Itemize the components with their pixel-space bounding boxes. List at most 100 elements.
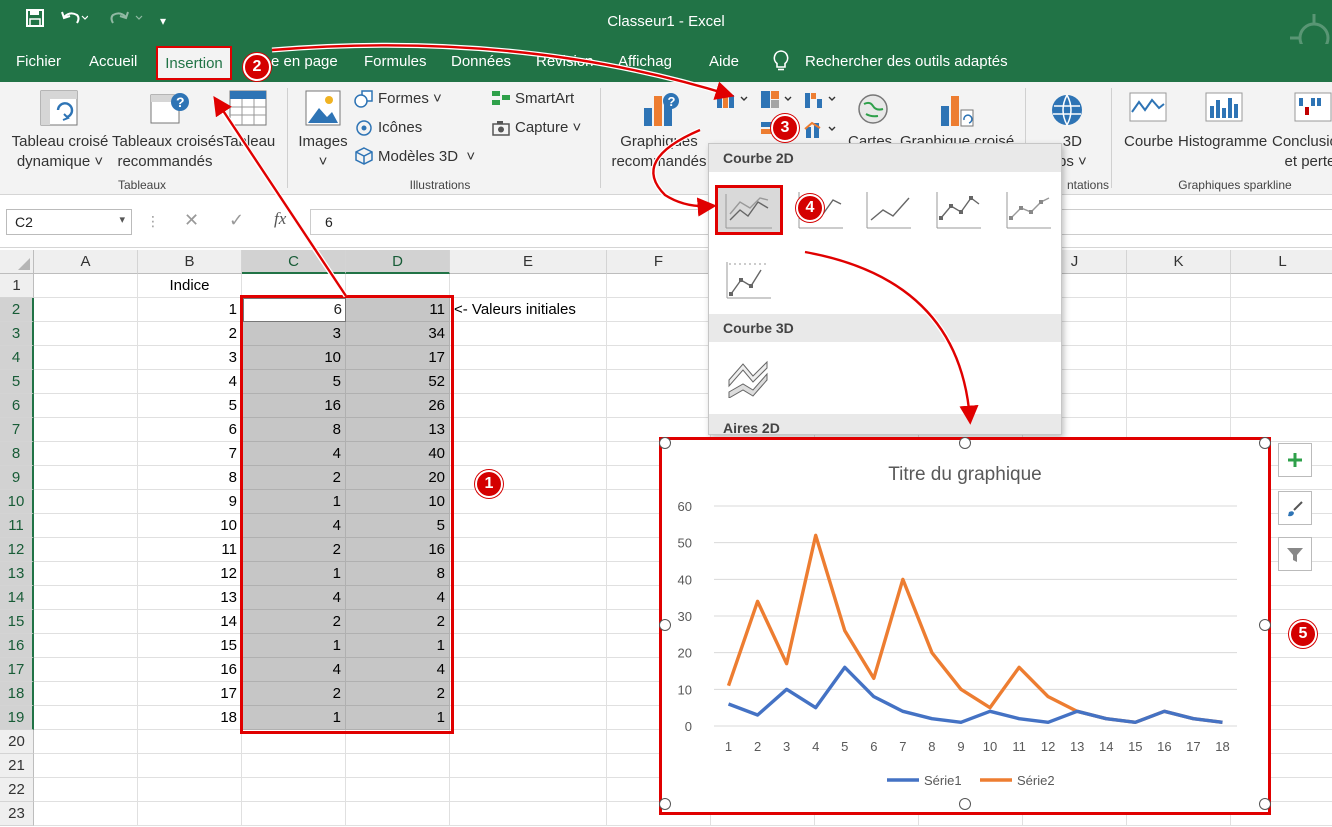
grid-cell[interactable] [450, 394, 607, 418]
grid-cell[interactable] [1231, 394, 1332, 418]
grid-cell[interactable] [450, 634, 607, 658]
tab-insertion[interactable]: Insertion [156, 46, 232, 80]
100-line-markers-icon[interactable] [723, 258, 775, 302]
grid-cell[interactable] [34, 730, 138, 754]
grid-cell[interactable] [607, 322, 711, 346]
grid-cell[interactable] [346, 802, 450, 826]
grid-cell[interactable] [450, 370, 607, 394]
models-3d-button[interactable]: Modèles 3D ˅ [378, 147, 475, 167]
grid-cell[interactable] [450, 514, 607, 538]
grid-cell[interactable] [34, 418, 138, 442]
cell-b12[interactable]: 11 [138, 538, 242, 562]
waterfall-chart-icon[interactable] [804, 89, 840, 114]
grid-cell[interactable] [242, 754, 346, 778]
grid-cell[interactable] [607, 274, 711, 298]
column-header-d[interactable]: D [346, 250, 450, 274]
line-markers-icon[interactable] [933, 188, 985, 232]
sparkline-winloss-button[interactable]: Conclusio et perte [1272, 132, 1332, 172]
row-header-2[interactable]: 2 [0, 298, 34, 322]
drag-handle-icon[interactable]: ⋮ [146, 213, 160, 230]
grid-cell[interactable] [1231, 274, 1332, 298]
grid-cell[interactable] [34, 274, 138, 298]
tab-fichier[interactable]: Fichier [16, 53, 61, 70]
recommended-charts-button[interactable]: Graphiques recommandés [606, 132, 712, 172]
column-chart-icon[interactable] [716, 89, 752, 114]
grid-cell[interactable] [450, 322, 607, 346]
row-header-8[interactable]: 8 [0, 442, 34, 466]
icons-button[interactable]: Icônes [378, 118, 422, 138]
column-header-l[interactable]: L [1231, 250, 1332, 274]
images-button[interactable]: Images ˅ [296, 132, 350, 172]
cell-b5[interactable]: 4 [138, 370, 242, 394]
grid-cell[interactable] [242, 778, 346, 802]
column-header-f[interactable]: F [607, 250, 711, 274]
grid-cell[interactable] [34, 322, 138, 346]
grid-cell[interactable] [450, 802, 607, 826]
name-box[interactable]: C2 ▾ [6, 209, 132, 235]
row-header-11[interactable]: 11 [0, 514, 34, 538]
tab-donnees[interactable]: Données [451, 53, 511, 70]
row-header-9[interactable]: 9 [0, 466, 34, 490]
grid-cell[interactable] [34, 442, 138, 466]
select-all-corner[interactable] [0, 250, 34, 274]
cell-b11[interactable]: 10 [138, 514, 242, 538]
grid-cell[interactable] [1127, 370, 1231, 394]
row-header-22[interactable]: 22 [0, 778, 34, 802]
cell-b9[interactable]: 8 [138, 466, 242, 490]
grid-cell[interactable] [450, 274, 607, 298]
row-header-1[interactable]: 1 [0, 274, 34, 298]
grid-cell[interactable] [138, 778, 242, 802]
row-header-21[interactable]: 21 [0, 754, 34, 778]
grid-cell[interactable] [450, 730, 607, 754]
tab-revision[interactable]: Révision [536, 53, 594, 70]
grid-cell[interactable] [450, 418, 607, 442]
cell-b10[interactable]: 9 [138, 490, 242, 514]
screenshot-button[interactable]: Capture ˅ [515, 118, 581, 138]
grid-cell[interactable] [1127, 298, 1231, 322]
100-stacked-line-icon[interactable] [863, 188, 915, 232]
grid-cell[interactable] [450, 658, 607, 682]
grid-cell[interactable] [1231, 346, 1332, 370]
grid-cell[interactable] [34, 370, 138, 394]
row-header-16[interactable]: 16 [0, 634, 34, 658]
row-header-6[interactable]: 6 [0, 394, 34, 418]
grid-cell[interactable] [450, 754, 607, 778]
tab-aide[interactable]: Aide [709, 53, 739, 70]
grid-cell[interactable] [450, 682, 607, 706]
cell-b14[interactable]: 13 [138, 586, 242, 610]
grid-cell[interactable] [34, 298, 138, 322]
grid-cell[interactable] [1127, 274, 1231, 298]
row-header-5[interactable]: 5 [0, 370, 34, 394]
grid-cell[interactable] [346, 754, 450, 778]
grid-cell[interactable] [34, 658, 138, 682]
row-header-18[interactable]: 18 [0, 682, 34, 706]
recommended-pivot-button[interactable]: Tableaux croisés recommandés [112, 132, 224, 172]
row-header-19[interactable]: 19 [0, 706, 34, 730]
combo-chart-icon[interactable] [804, 119, 840, 144]
line-chart-option[interactable] [715, 185, 783, 235]
grid-cell[interactable] [34, 610, 138, 634]
grid-cell[interactable] [1231, 322, 1332, 346]
grid-cell[interactable] [450, 586, 607, 610]
row-header-3[interactable]: 3 [0, 322, 34, 346]
grid-cell[interactable] [450, 346, 607, 370]
cell-b3[interactable]: 2 [138, 322, 242, 346]
grid-cell[interactable] [34, 682, 138, 706]
resize-handle-ne[interactable] [1259, 437, 1271, 449]
grid-cell[interactable] [450, 490, 607, 514]
cell-b1[interactable]: Indice [138, 274, 242, 298]
row-header-10[interactable]: 10 [0, 490, 34, 514]
resize-handle-se[interactable] [1259, 798, 1271, 810]
resize-handle-w[interactable] [659, 619, 671, 631]
cell-b4[interactable]: 3 [138, 346, 242, 370]
resize-handle-s[interactable] [959, 798, 971, 810]
grid-cell[interactable] [34, 634, 138, 658]
grid-cell[interactable] [1127, 346, 1231, 370]
cell-b8[interactable]: 7 [138, 442, 242, 466]
row-header-17[interactable]: 17 [0, 658, 34, 682]
grid-cell[interactable] [34, 538, 138, 562]
column-header-b[interactable]: B [138, 250, 242, 274]
tab-formules[interactable]: Formules [364, 53, 427, 70]
resize-handle-sw[interactable] [659, 798, 671, 810]
grid-cell[interactable] [242, 802, 346, 826]
